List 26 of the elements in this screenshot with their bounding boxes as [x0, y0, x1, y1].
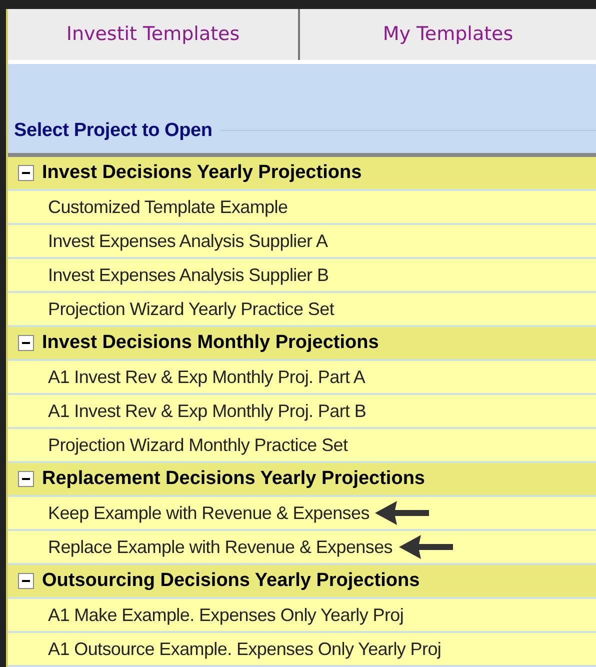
group-title: Invest Decisions Yearly Projections [42, 160, 362, 185]
left-arrow-icon [375, 500, 430, 526]
group-header[interactable]: Invest Decisions Yearly Projections [8, 157, 596, 191]
group-header[interactable]: Invest Decisions Monthly Projections [8, 327, 596, 361]
project-name: Replace Example with Revenue & Expenses [48, 536, 392, 559]
group-header[interactable]: Replacement Decisions Yearly Projections [8, 463, 596, 497]
group-header[interactable]: Outsourcing Decisions Yearly Projections [8, 565, 596, 599]
collapse-icon[interactable] [18, 573, 34, 589]
panel-title: Select Project to Open [13, 118, 212, 142]
project-name: A1 Outsource Example. Expenses Only Yearly Proj [48, 638, 442, 661]
collapse-icon[interactable] [18, 165, 34, 181]
project-name: Invest Expenses Analysis Supplier A [48, 230, 328, 253]
project-name: Invest Expenses Analysis Supplier B [48, 264, 329, 287]
group-title: Invest Decisions Monthly Projections [42, 330, 379, 355]
project-name: A1 Invest Rev & Exp Monthly Proj. Part B [48, 400, 366, 423]
project-name: Projection Wizard Monthly Practice Set [48, 434, 348, 457]
project-name: A1 Invest Rev & Exp Monthly Proj. Part A [48, 366, 366, 389]
project-name: A1 Make Example. Expenses Only Yearly Proj [48, 604, 404, 627]
project-name: Customized Template Example [48, 196, 288, 219]
group-title: Outsourcing Decisions Yearly Projections [42, 568, 420, 593]
project-name: Keep Example with Revenue & Expenses [48, 502, 370, 525]
left-arrow-icon [398, 534, 452, 560]
project-name: Projection Wizard Yearly Practice Set [48, 298, 334, 321]
collapse-icon[interactable] [18, 335, 34, 351]
collapse-icon[interactable] [18, 471, 34, 487]
group-title: Replacement Decisions Yearly Projections [42, 466, 425, 491]
